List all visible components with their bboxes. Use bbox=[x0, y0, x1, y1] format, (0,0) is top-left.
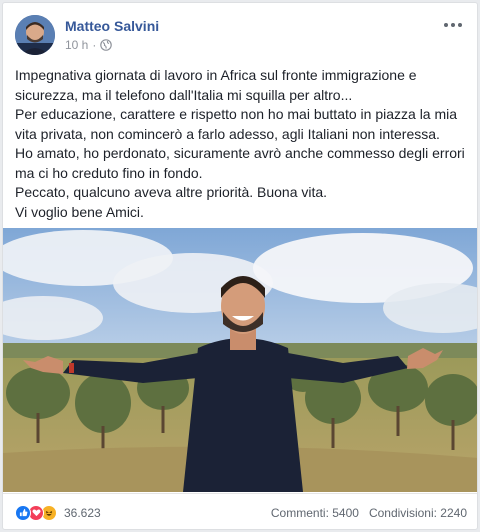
meta-separator: · bbox=[92, 38, 97, 52]
post-text-line: ma ci ho creduto fino in fondo. bbox=[15, 164, 203, 181]
shares-count[interactable]: Condivisioni: 2240 bbox=[369, 506, 467, 520]
post-text-line: Ho amato, ho perdonato, sicuramente avrò… bbox=[15, 145, 465, 161]
post-text-line: Impegnativa giornata di lavoro in Africa… bbox=[15, 67, 417, 83]
post-time[interactable]: 10 h bbox=[65, 38, 88, 52]
reaction-icons[interactable] bbox=[15, 504, 57, 521]
post-header: Matteo Salvini 10 h · bbox=[15, 15, 465, 57]
avatar[interactable] bbox=[15, 15, 55, 55]
post-text-line: vita privata, non comincerò a farlo ades… bbox=[15, 125, 440, 142]
post-stats: Commenti: 5400 Condivisioni: 2240 bbox=[271, 506, 467, 520]
post-text-line: Vi voglio bene Amici. bbox=[15, 203, 144, 220]
comments-count[interactable]: Commenti: 5400 bbox=[271, 506, 359, 520]
globe-icon bbox=[100, 39, 113, 51]
like-icon bbox=[15, 504, 31, 521]
post-photo[interactable] bbox=[3, 228, 477, 492]
more-options-icon[interactable] bbox=[441, 17, 465, 33]
post-footer: 36.623 Commenti: 5400 Condivisioni: 2240 bbox=[3, 493, 477, 529]
reaction-count[interactable]: 36.623 bbox=[64, 506, 101, 520]
post-meta: 10 h · bbox=[65, 38, 113, 52]
author-name[interactable]: Matteo Salvini bbox=[65, 18, 159, 34]
post-text-line: Peccato, qualcuno aveva altre priorità. … bbox=[15, 184, 328, 200]
post-text-line: sicurezza, ma il telefono dall'Italia mi… bbox=[15, 86, 353, 103]
post-text: Impegnativa giornata di lavoro in Africa… bbox=[15, 66, 470, 222]
facebook-post: Matteo Salvini 10 h · Impegnativa giorna… bbox=[2, 2, 478, 530]
post-text-line: Per educazione, carattere e rispetto non… bbox=[15, 106, 458, 122]
